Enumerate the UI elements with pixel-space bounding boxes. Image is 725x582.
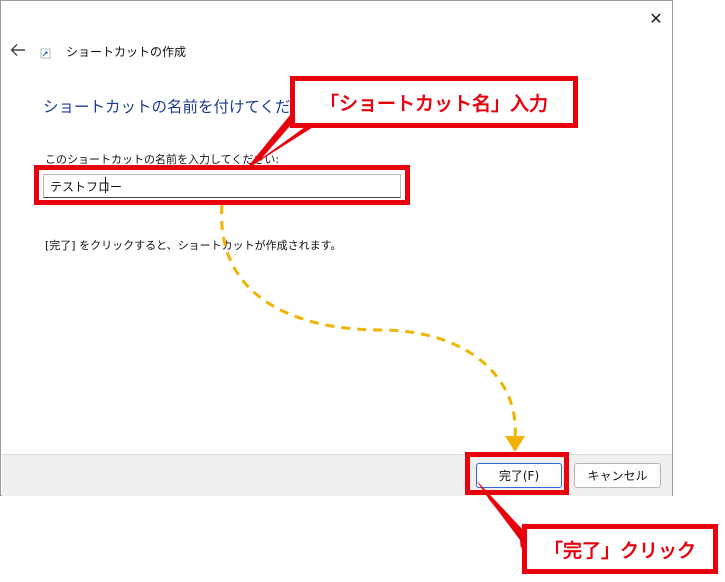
create-shortcut-dialog: ✕ ショートカットの作成 ショートカットの名前を付けてください このショートカッ…: [0, 0, 673, 496]
info-text: [完了] をクリックすると、ショートカットが作成されます。: [45, 239, 342, 252]
cancel-button[interactable]: キャンセル: [574, 463, 661, 488]
name-input-highlight: [34, 165, 410, 205]
back-arrow-icon: [10, 44, 25, 56]
callout-finish-pointer-inner: [490, 500, 521, 551]
back-button[interactable]: [7, 39, 29, 61]
dialog-footer: [2, 454, 672, 496]
shortcut-wizard-icon: [40, 48, 51, 59]
page-heading: ショートカットの名前を付けてください: [43, 98, 322, 116]
callout-finish-click: 「完了」クリック: [522, 524, 718, 574]
finish-button-highlight: [465, 452, 569, 495]
close-button[interactable]: ✕: [641, 7, 671, 29]
callout-shortcut-name: 「ショートカット名」入力: [290, 76, 578, 128]
window-title: ショートカットの作成: [66, 45, 187, 59]
close-icon: ✕: [649, 8, 663, 28]
